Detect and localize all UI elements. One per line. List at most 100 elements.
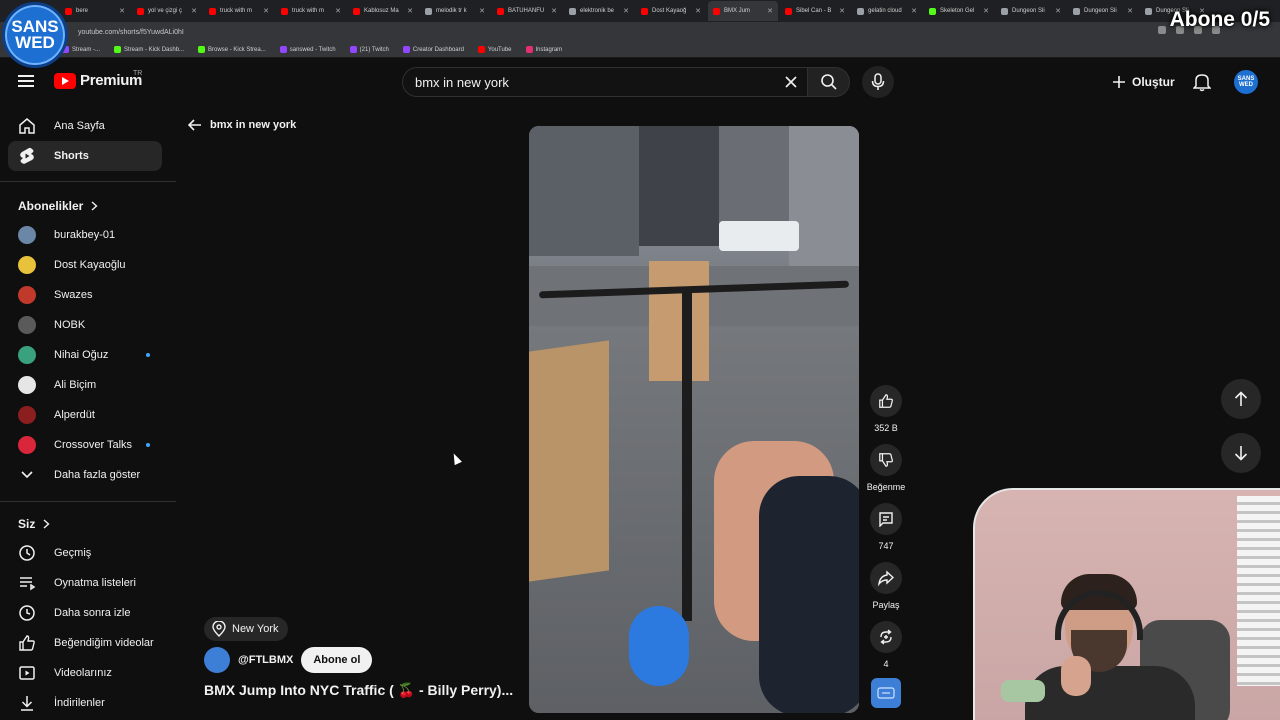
remix-action[interactable]: 4 (866, 621, 906, 669)
tab-close-icon[interactable]: ✕ (335, 7, 341, 15)
browser-tab[interactable]: truck with m ✕ (204, 1, 274, 21)
account-avatar[interactable]: SANS WED (1234, 70, 1258, 94)
location-chip[interactable]: New York (204, 617, 289, 641)
sidebar-item-playlists[interactable]: Oynatma listeleri (8, 568, 162, 598)
search-input[interactable] (415, 74, 775, 90)
search-box[interactable] (402, 67, 808, 97)
subscription-item[interactable]: Nihai Oğuz (8, 340, 162, 370)
sidebar-item-your-videos[interactable]: Videolarınız (8, 658, 162, 688)
subscription-label: Ali Biçim (54, 379, 97, 391)
subscriptions-heading[interactable]: Abonelikler (18, 199, 98, 213)
subscription-item[interactable]: Ali Biçim (8, 370, 162, 400)
sidebar-item-liked-videos[interactable]: Beğendiğim videolar (8, 628, 162, 658)
tab-favicon-icon (569, 7, 576, 15)
tab-close-icon[interactable]: ✕ (119, 7, 125, 15)
tab-close-icon[interactable]: ✕ (911, 7, 917, 15)
browser-tab[interactable]: Dungeon Sli ✕ (996, 1, 1066, 21)
subscription-item[interactable]: Swazes (8, 280, 162, 310)
tab-close-icon[interactable]: ✕ (839, 7, 845, 15)
url-text[interactable]: youtube.com/shorts/f5YuwdALi0hI (78, 29, 184, 36)
browser-tab[interactable]: melodik tr k ✕ (420, 1, 490, 21)
browser-tab[interactable]: bere ✕ (60, 1, 130, 21)
comments-button[interactable] (870, 503, 902, 535)
subscription-item[interactable]: Alperdüt (8, 400, 162, 430)
tab-favicon-icon (65, 7, 72, 15)
next-short-button[interactable] (1221, 433, 1261, 473)
previous-short-button[interactable] (1221, 379, 1261, 419)
tab-close-icon[interactable]: ✕ (983, 7, 989, 15)
browser-tab[interactable]: Dost Kayaoğ ✕ (636, 1, 706, 21)
notifications-bell-icon[interactable] (1193, 72, 1211, 92)
browser-tab[interactable]: yol ve çizgi ç ✕ (132, 1, 202, 21)
bookmark-item[interactable]: Browse - Kick Strea... (198, 46, 266, 53)
subscription-item[interactable]: burakbey-01 (8, 220, 162, 250)
like-button[interactable] (870, 385, 902, 417)
address-bar[interactable]: youtube.com/shorts/f5YuwdALi0hI (0, 22, 1280, 42)
short-video-player[interactable] (529, 126, 859, 713)
clear-icon[interactable] (783, 74, 799, 90)
bookmark-item[interactable]: (21) Twitch (349, 46, 389, 53)
browser-tab[interactable]: Kablosuz Ma ✕ (348, 1, 418, 21)
browser-tab[interactable]: elektronik be ✕ (564, 1, 634, 21)
sound-thumbnail[interactable] (871, 678, 901, 708)
browser-tab[interactable]: truck with m ✕ (276, 1, 346, 21)
sidebar-item-downloads[interactable]: İndirilenler (8, 688, 162, 718)
share-button[interactable] (870, 562, 902, 594)
video-title[interactable]: BMX Jump Into NYC Traffic ( 🍒 - Billy Pe… (204, 682, 513, 699)
browser-tab[interactable]: BATUHANFU ✕ (492, 1, 562, 21)
subscription-item[interactable]: NOBK (8, 310, 162, 340)
tab-close-icon[interactable]: ✕ (1127, 7, 1133, 15)
dislike-action[interactable]: Beğenme (866, 444, 906, 492)
downloads-icon (21, 696, 33, 711)
sidebar-item-shorts[interactable]: Shorts (8, 141, 162, 171)
like-action[interactable]: 352 B (866, 385, 906, 433)
tab-close-icon[interactable]: ✕ (263, 7, 269, 15)
sidebar-item-history[interactable]: Geçmiş (8, 538, 162, 568)
browser-tab[interactable]: Skeleton Gel ✕ (924, 1, 994, 21)
tab-close-icon[interactable]: ✕ (767, 7, 773, 15)
bookmark-item[interactable]: Stream -... (62, 46, 100, 53)
you-heading[interactable]: Siz (18, 517, 50, 531)
comments-action[interactable]: 747 (866, 503, 906, 551)
tab-close-icon[interactable]: ✕ (407, 7, 413, 15)
create-button[interactable]: Oluştur (1112, 71, 1175, 93)
tab-close-icon[interactable]: ✕ (551, 7, 557, 15)
sidebar-item-home[interactable]: Ana Sayfa (8, 111, 162, 141)
tab-close-icon[interactable]: ✕ (1055, 7, 1061, 15)
back-to-search-button[interactable]: bmx in new york (188, 119, 296, 131)
browser-tab-bar: bere ✕ yol ve çizgi ç ✕ truck with m ✕ truck w… (0, 0, 1280, 22)
browser-tab[interactable]: Dungeon Sli ✕ (1068, 1, 1138, 21)
tab-favicon-icon (713, 7, 720, 15)
browser-tab[interactable]: gelatin cloud ✕ (852, 1, 922, 21)
create-label: Oluştur (1132, 75, 1175, 89)
share-action[interactable]: Paylaş (866, 562, 906, 610)
tab-favicon-icon (929, 7, 936, 15)
channel-name[interactable]: @FTLBMX (238, 654, 293, 666)
bookmark-item[interactable]: Creator Dashboard (402, 46, 464, 53)
search-button[interactable] (808, 67, 850, 97)
tab-close-icon[interactable]: ✕ (695, 7, 701, 15)
subscribe-button[interactable]: Abone ol (301, 647, 373, 673)
tab-close-icon[interactable]: ✕ (479, 7, 485, 15)
bookmark-item[interactable]: sanswed - Twitch (279, 46, 336, 53)
youtube-logo[interactable]: Premium (54, 72, 142, 89)
subscription-item[interactable]: Dost Kayaoğlu (8, 250, 162, 280)
dislike-button[interactable] (870, 444, 902, 476)
tab-close-icon[interactable]: ✕ (191, 7, 197, 15)
bookmark-item[interactable]: Stream - Kick Dashb... (114, 46, 184, 53)
remix-button[interactable] (870, 621, 902, 653)
channel-avatar[interactable] (204, 647, 230, 673)
browser-tab[interactable]: BMX Jum ✕ (708, 1, 778, 21)
bookmark-item[interactable]: Instagram (525, 46, 562, 53)
show-more-button[interactable]: Daha fazla göster (8, 460, 162, 490)
sidebar-item-watch-later[interactable]: Daha sonra izle (8, 598, 162, 628)
plus-icon (1113, 76, 1125, 88)
tab-favicon-icon (497, 7, 504, 15)
tab-close-icon[interactable]: ✕ (623, 7, 629, 15)
video-frame-ramp (529, 340, 609, 582)
bookmark-item[interactable]: YouTube (477, 46, 512, 53)
voice-search-button[interactable] (862, 66, 894, 98)
menu-icon[interactable] (18, 75, 34, 87)
browser-tab[interactable]: Sibel Can - B ✕ (780, 1, 850, 21)
subscription-item[interactable]: Crossover Talks (8, 430, 162, 460)
